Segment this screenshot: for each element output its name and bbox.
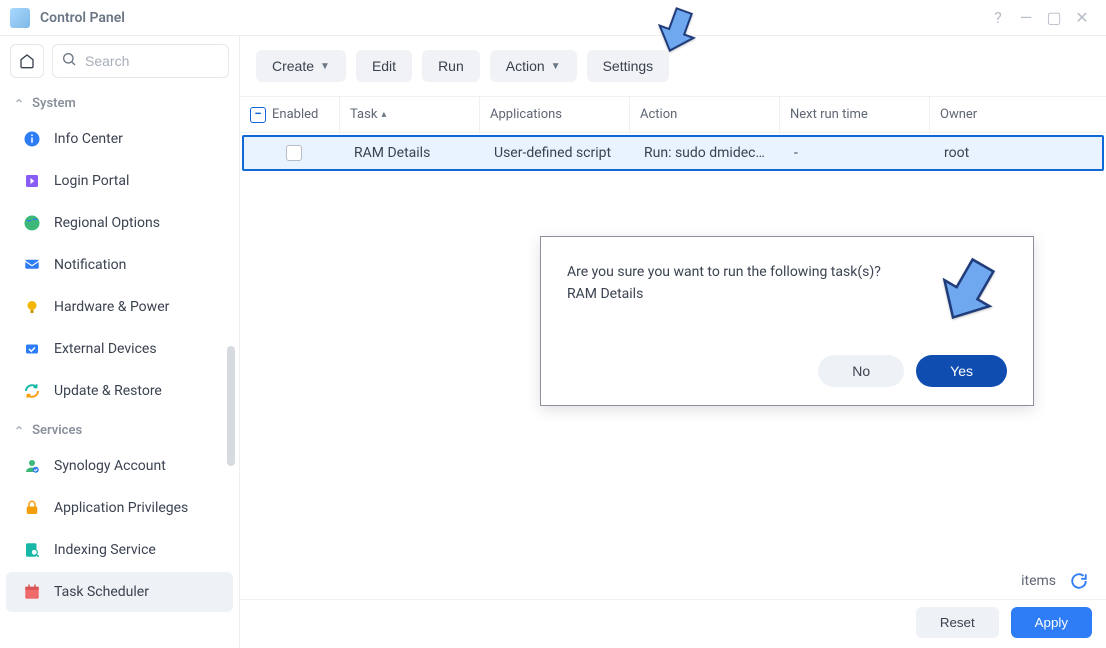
cell-owner: root [934, 145, 1102, 161]
chevron-up-icon: ⌃ [14, 97, 24, 111]
edit-button[interactable]: Edit [356, 50, 412, 82]
help-button[interactable]: ? [984, 4, 1012, 32]
items-label-2: items [1021, 573, 1056, 589]
sidebar-item-indexing-service[interactable]: Indexing Service [6, 530, 233, 570]
settings-button[interactable]: Settings [587, 50, 670, 82]
sidebar-item-label: Task Scheduler [54, 584, 149, 600]
dialog-detail: RAM Details [567, 283, 1007, 305]
column-action[interactable]: Action [630, 97, 780, 132]
sidebar-item-label: External Devices [54, 341, 157, 357]
column-applications[interactable]: Applications [480, 97, 630, 132]
app-title: Control Panel [40, 10, 125, 26]
sidebar-item-notification[interactable]: Notification [6, 245, 233, 285]
sidebar-item-login-portal[interactable]: Login Portal [6, 161, 233, 201]
chevron-up-icon: ⌃ [14, 424, 24, 438]
action-button[interactable]: Action ▼ [490, 50, 577, 82]
minimize-button[interactable]: — [1012, 4, 1040, 32]
sidebar-item-synology-account[interactable]: Synology Account [6, 446, 233, 486]
app-icon [10, 8, 30, 28]
action-label: Action [506, 58, 545, 74]
column-enabled[interactable]: − Enabled [240, 97, 340, 132]
reset-button[interactable]: Reset [916, 607, 999, 638]
sidebar-item-task-scheduler[interactable]: Task Scheduler [6, 572, 233, 612]
cell-applications: User-defined script [484, 145, 634, 161]
home-button[interactable] [10, 44, 44, 78]
sidebar-item-label: Notification [54, 257, 126, 273]
sidebar: ⌃ System Info Center Login Portal Region… [0, 36, 240, 648]
confirm-dialog: Are you sure you want to run the followi… [540, 236, 1034, 406]
search-input[interactable] [52, 44, 229, 78]
sidebar-item-update-restore[interactable]: Update & Restore [6, 371, 233, 411]
status-row: items [1021, 572, 1088, 590]
sidebar-item-label: Indexing Service [54, 542, 156, 558]
update-icon [22, 381, 42, 401]
sidebar-item-application-privileges[interactable]: Application Privileges [6, 488, 233, 528]
run-button[interactable]: Run [422, 50, 480, 82]
sidebar-item-info-center[interactable]: Info Center [6, 119, 233, 159]
sidebar-item-external-devices[interactable]: External Devices [6, 329, 233, 369]
cell-task: RAM Details [344, 145, 484, 161]
section-label: Services [32, 423, 82, 438]
cell-action: Run: sudo dmidec… [634, 145, 784, 161]
apply-button[interactable]: Apply [1011, 607, 1092, 638]
account-icon [22, 456, 42, 476]
bulb-icon [22, 297, 42, 317]
sidebar-item-label: Regional Options [54, 215, 160, 231]
dialog-message: Are you sure you want to run the followi… [567, 261, 1007, 283]
create-button[interactable]: Create ▼ [256, 50, 346, 82]
footer-actions: Reset Apply [916, 607, 1092, 638]
cell-enabled [244, 145, 344, 161]
header-label: Task [350, 107, 377, 122]
search-icon [61, 51, 77, 71]
sidebar-item-label: Synology Account [54, 458, 166, 474]
header-label: Enabled [272, 107, 318, 122]
row-checkbox[interactable] [286, 145, 302, 161]
dialog-yes-button[interactable]: Yes [916, 355, 1007, 387]
cell-next-run: - [784, 145, 934, 161]
sidebar-item-hardware-power[interactable]: Hardware & Power [6, 287, 233, 327]
maximize-button[interactable]: ▢ [1040, 4, 1068, 32]
section-services[interactable]: ⌃ Services [0, 413, 239, 444]
search-file-icon [22, 540, 42, 560]
main-panel: Create ▼ Edit Run Action ▼ Settings − Enab… [240, 36, 1106, 648]
caret-down-icon: ▼ [320, 61, 330, 72]
dialog-no-button[interactable]: No [818, 355, 904, 387]
globe-icon [22, 213, 42, 233]
sidebar-item-label: Application Privileges [54, 500, 188, 516]
sort-asc-icon: ▴ [381, 109, 386, 120]
sidebar-scrollbar[interactable] [227, 346, 235, 466]
sidebar-item-label: Update & Restore [54, 383, 162, 399]
device-icon [22, 339, 42, 359]
titlebar: Control Panel ? — ▢ ✕ [0, 0, 1106, 36]
sidebar-item-label: Login Portal [54, 173, 129, 189]
sidebar-item-label: Info Center [54, 131, 123, 147]
close-button[interactable]: ✕ [1068, 4, 1096, 32]
column-owner[interactable]: Owner [930, 107, 1106, 122]
info-icon [22, 129, 42, 149]
checkbox-mixed[interactable]: − [250, 107, 266, 123]
home-icon [19, 53, 35, 69]
portal-icon [22, 171, 42, 191]
caret-down-icon: ▼ [551, 61, 561, 72]
table-header: − Enabled Task ▴ Applications Action Nex… [240, 97, 1106, 133]
column-next-run[interactable]: Next run time [780, 97, 930, 132]
calendar-icon [22, 582, 42, 602]
table-row[interactable]: RAM Details User-defined script Run: sud… [242, 135, 1104, 171]
refresh-button-2[interactable] [1070, 572, 1088, 590]
create-label: Create [272, 58, 314, 74]
message-icon [22, 255, 42, 275]
section-label: System [32, 96, 76, 111]
toolbar: Create ▼ Edit Run Action ▼ Settings [240, 36, 1106, 96]
section-system[interactable]: ⌃ System [0, 86, 239, 117]
lock-icon [22, 498, 42, 518]
sidebar-item-regional-options[interactable]: Regional Options [6, 203, 233, 243]
sidebar-item-label: Hardware & Power [54, 299, 169, 315]
column-task[interactable]: Task ▴ [340, 97, 480, 132]
